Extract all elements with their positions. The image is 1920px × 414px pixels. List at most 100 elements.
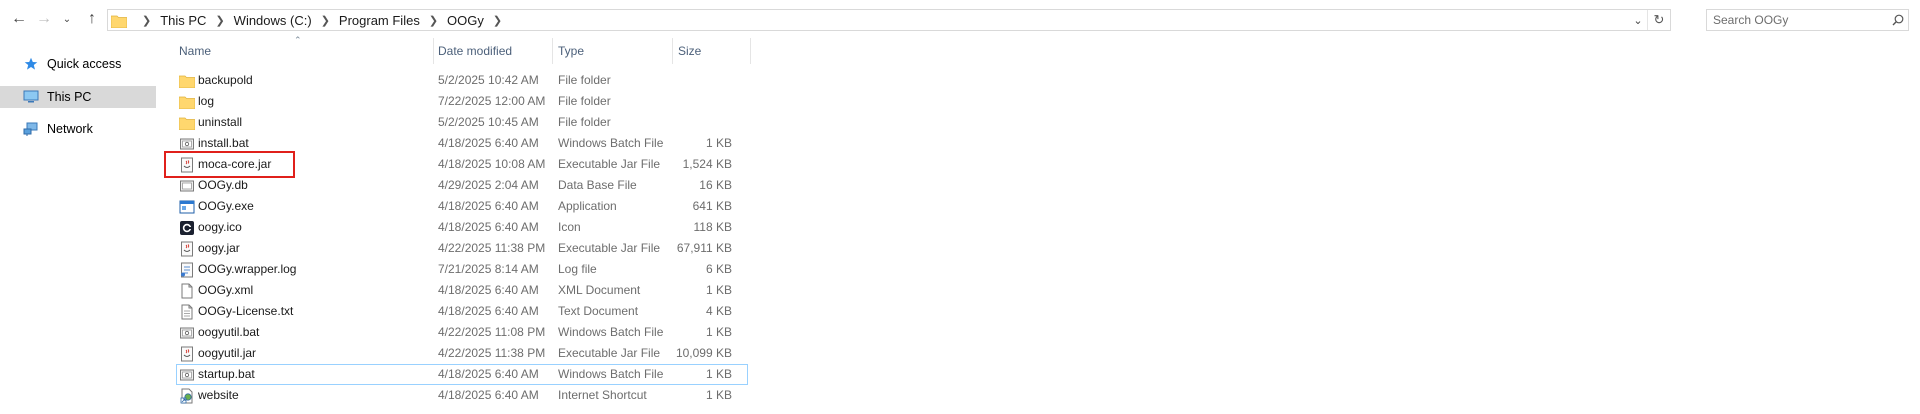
file-type: XML Document <box>558 283 641 297</box>
refresh-button[interactable]: ↻ <box>1647 10 1670 30</box>
column-divider[interactable] <box>672 38 673 64</box>
computer-icon <box>22 89 40 105</box>
log-file-icon <box>179 262 195 278</box>
up-button[interactable]: ↑ <box>81 8 103 30</box>
column-header-name[interactable]: Name <box>178 43 429 59</box>
file-type: Application <box>558 199 617 213</box>
search-icon[interactable] <box>1888 14 1908 26</box>
table-row[interactable]: website 4/18/2025 6:40 AM Internet Short… <box>176 385 756 406</box>
file-type: Windows Batch File <box>558 325 664 339</box>
file-date: 4/18/2025 6:40 AM <box>438 199 539 213</box>
file-type: Windows Batch File <box>558 367 664 381</box>
column-header-date[interactable]: Date modified <box>437 43 553 59</box>
sidebar-item-network[interactable]: Network <box>0 118 156 140</box>
file-name: oogyutil.bat <box>198 325 260 339</box>
file-size: 6 KB <box>705 262 732 276</box>
table-row[interactable]: log 7/22/2025 12:00 AM File folder <box>176 91 756 112</box>
file-size: 1 KB <box>705 283 732 297</box>
folder-icon <box>179 94 195 110</box>
file-size: 118 KB <box>693 220 732 234</box>
file-name: oogy.jar <box>198 241 240 255</box>
exe-icon <box>179 199 195 215</box>
file-name: OOGy.xml <box>198 283 254 297</box>
table-row[interactable]: OOGy-License.txt 4/18/2025 6:40 AM Text … <box>176 301 756 322</box>
chevron-down-icon: ⌄ <box>62 13 72 25</box>
table-row[interactable]: uninstall 5/2/2025 10:45 AM File folder <box>176 112 756 133</box>
file-name: backupold <box>198 73 253 87</box>
file-size: 641 KB <box>692 199 732 213</box>
table-row[interactable]: oogyutil.jar 4/22/2025 11:38 PM Executab… <box>176 343 756 364</box>
file-name: install.bat <box>198 136 249 150</box>
file-date: 4/22/2025 11:08 PM <box>438 325 546 339</box>
table-row[interactable]: oogy.jar 4/22/2025 11:38 PM Executable J… <box>176 238 756 259</box>
file-name: startup.bat <box>198 367 255 381</box>
table-row[interactable]: oogyutil.bat 4/22/2025 11:08 PM Windows … <box>176 322 756 343</box>
file-date: 4/29/2025 2:04 AM <box>438 178 539 192</box>
file-name: OOGy.db <box>198 178 248 192</box>
file-date: 4/22/2025 11:38 PM <box>438 241 546 255</box>
address-bar[interactable]: ❯ This PC ❯ Windows (C:) ❯ Program Files… <box>107 9 1671 31</box>
table-row[interactable]: oogy.ico 4/18/2025 6:40 AM Icon 118 KB <box>176 217 756 238</box>
table-row[interactable]: install.bat 4/18/2025 6:40 AM Windows Ba… <box>176 133 756 154</box>
file-date: 4/18/2025 6:40 AM <box>438 367 539 381</box>
table-row[interactable]: OOGy.xml 4/18/2025 6:40 AM XML Document … <box>176 280 756 301</box>
breadcrumb: ❯ This PC ❯ Windows (C:) ❯ Program Files… <box>133 13 511 28</box>
file-name: oogyutil.jar <box>198 346 257 360</box>
back-button[interactable]: ← <box>8 8 30 30</box>
file-type: Log file <box>558 262 597 276</box>
column-divider[interactable] <box>750 38 751 64</box>
table-row[interactable]: OOGy.exe 4/18/2025 6:40 AM Application 6… <box>176 196 756 217</box>
ico-file-icon <box>179 220 195 236</box>
table-row[interactable]: OOGy.db 4/29/2025 2:04 AM Data Base File… <box>176 175 756 196</box>
search-input[interactable] <box>1707 11 1888 29</box>
chevron-right-icon[interactable]: ❯ <box>215 14 224 27</box>
folder-icon <box>110 14 128 29</box>
forward-button[interactable]: → <box>33 8 55 30</box>
arrow-up-icon: ↑ <box>88 10 96 27</box>
address-dropdown-button[interactable]: ⌄ <box>1629 14 1647 27</box>
sidebar-item-quick-access[interactable]: Quick access <box>0 53 156 75</box>
table-row[interactable]: moca-core.jar 4/18/2025 10:08 AM Executa… <box>176 154 756 175</box>
file-size: 1,524 KB <box>682 157 732 171</box>
file-date: 4/18/2025 6:40 AM <box>438 220 539 234</box>
search-box <box>1706 9 1909 31</box>
star-icon <box>22 56 40 72</box>
column-header-size[interactable]: Size <box>677 43 748 59</box>
file-size: 1 KB <box>705 325 732 339</box>
column-divider[interactable] <box>433 38 434 64</box>
file-type: Executable Jar File <box>558 157 661 171</box>
file-date: 4/18/2025 10:08 AM <box>438 157 546 171</box>
chevron-right-icon[interactable]: ❯ <box>493 14 502 27</box>
arrow-right-icon: → <box>36 10 52 27</box>
jar-file-icon <box>179 157 195 173</box>
folder-icon <box>179 73 195 89</box>
file-date: 5/2/2025 10:42 AM <box>438 73 539 87</box>
file-name: log <box>198 94 215 108</box>
column-divider[interactable] <box>552 38 553 64</box>
table-row[interactable]: startup.bat 4/18/2025 6:40 AM Windows Ba… <box>176 364 748 385</box>
breadcrumb-this-pc[interactable]: This PC <box>160 13 206 28</box>
breadcrumb-program-files[interactable]: Program Files <box>339 13 420 28</box>
file-date: 4/18/2025 6:40 AM <box>438 388 539 402</box>
arrow-left-icon: ← <box>11 10 27 27</box>
chevron-right-icon[interactable]: ❯ <box>321 14 330 27</box>
file-rows: backupold 5/2/2025 10:42 AM File folder … <box>176 70 756 406</box>
jar-file-icon <box>179 346 195 362</box>
table-row[interactable]: OOGy.wrapper.log 7/21/2025 8:14 AM Log f… <box>176 259 756 280</box>
file-size: 1 KB <box>705 367 732 381</box>
column-header-type[interactable]: Type <box>557 43 653 59</box>
file-size: 10,099 KB <box>675 346 732 360</box>
breadcrumb-oogy[interactable]: OOGy <box>447 13 484 28</box>
file-name: OOGy.exe <box>198 199 254 213</box>
recent-locations-button[interactable]: ⌄ <box>60 8 74 30</box>
breadcrumb-windows-c[interactable]: Windows (C:) <box>234 13 312 28</box>
file-size: 1 KB <box>705 388 732 402</box>
chevron-right-icon[interactable]: ❯ <box>429 14 438 27</box>
file-type: Executable Jar File <box>558 346 661 360</box>
table-row[interactable]: backupold 5/2/2025 10:42 AM File folder <box>176 70 756 91</box>
sidebar-item-label: This PC <box>47 90 92 104</box>
file-date: 7/21/2025 8:14 AM <box>438 262 539 276</box>
navigation-bar: ← → ⌄ ↑ ❯ This PC ❯ Windows (C:) ❯ Progr… <box>0 0 1920 40</box>
jar-file-icon <box>179 241 195 257</box>
sidebar-item-this-pc[interactable]: This PC <box>0 86 156 108</box>
